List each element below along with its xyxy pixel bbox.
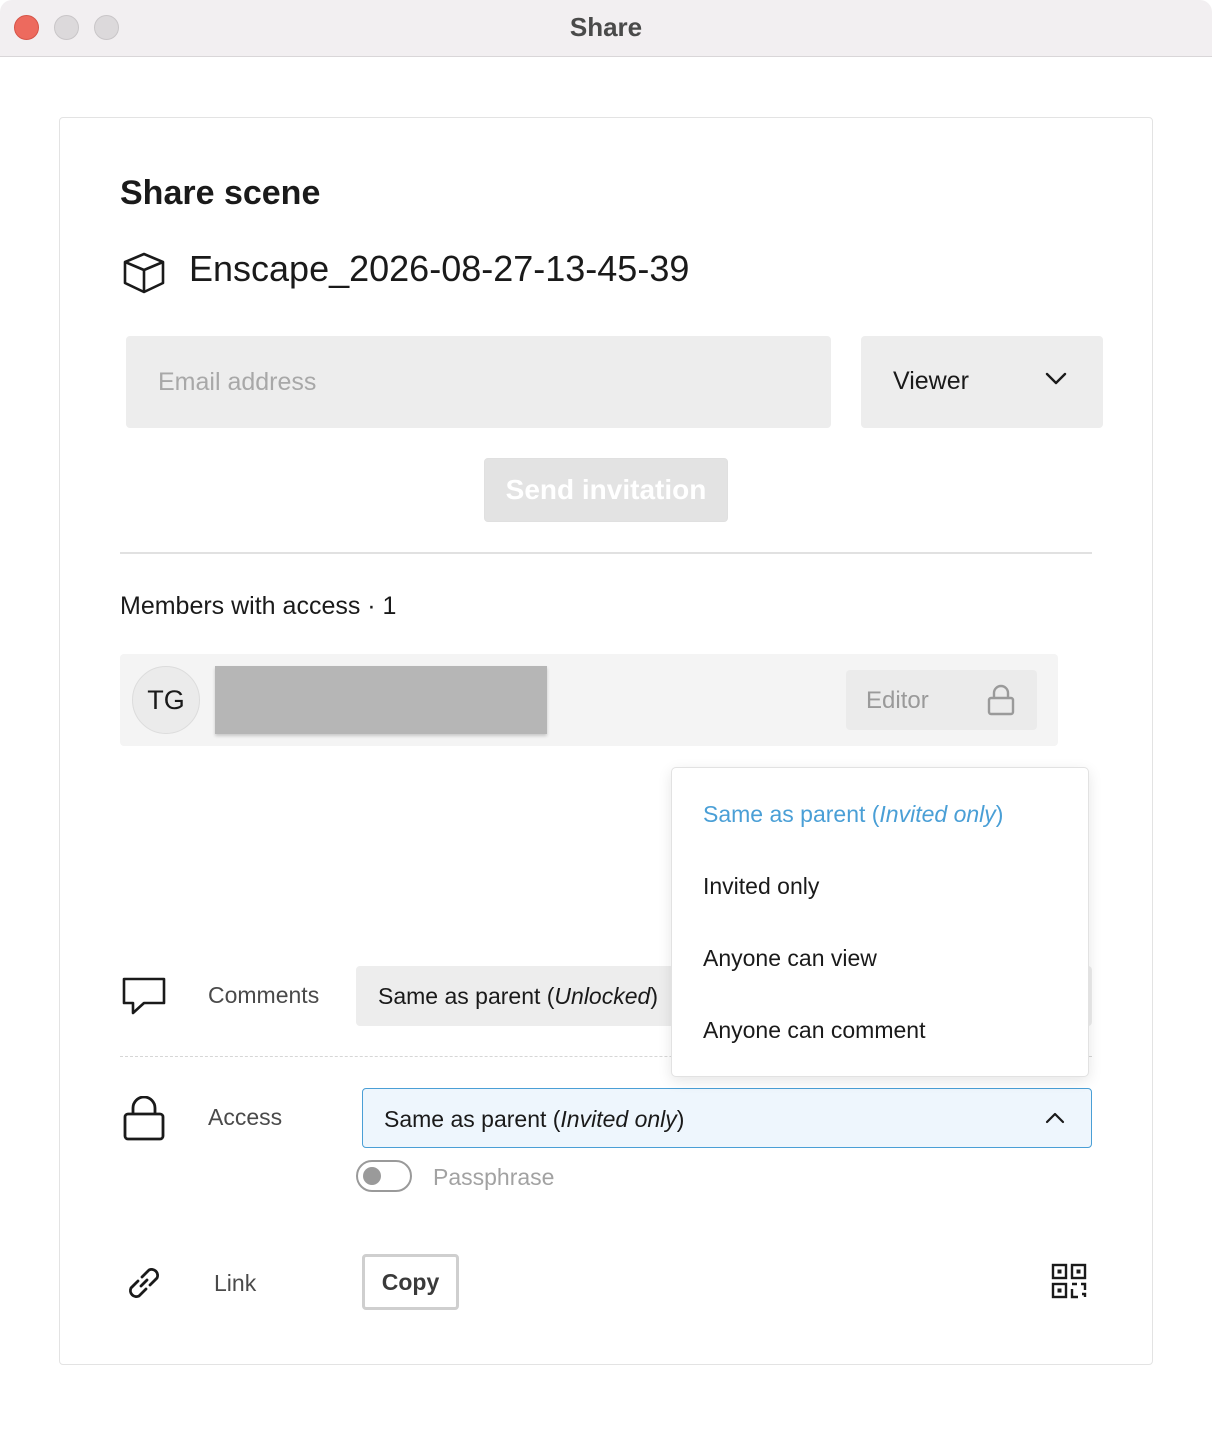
access-dropdown[interactable]: Same as parent (Invited only) bbox=[362, 1088, 1092, 1148]
send-invitation-button[interactable]: Send invitation bbox=[484, 458, 728, 522]
lock-icon bbox=[123, 1096, 165, 1141]
chat-bubble-icon bbox=[122, 977, 166, 1015]
redacted-member-name bbox=[215, 666, 547, 734]
chevron-up-icon bbox=[1045, 1112, 1065, 1124]
window-title: Share bbox=[569, 12, 643, 42]
section-divider bbox=[120, 552, 1092, 554]
access-options-menu: Same as parent (Invited only) Invited on… bbox=[671, 767, 1089, 1077]
member-role-label: Editor bbox=[866, 687, 929, 714]
copy-link-button[interactable]: Copy bbox=[362, 1254, 459, 1310]
toggle-knob bbox=[363, 1167, 381, 1185]
link-icon bbox=[129, 1268, 159, 1298]
dialog-heading: Share scene bbox=[120, 174, 321, 212]
title-bar: Share bbox=[0, 0, 1212, 57]
invite-role-value: Viewer bbox=[893, 367, 969, 395]
chevron-down-icon bbox=[1045, 372, 1067, 385]
access-option-anyone-can-comment[interactable]: Anyone can comment bbox=[703, 1017, 925, 1044]
comments-value: Same as parent (Unlocked) bbox=[378, 983, 658, 1009]
members-title: Members with access · 1 bbox=[120, 592, 397, 620]
member-row: TG Editor bbox=[120, 654, 1058, 746]
email-input[interactable] bbox=[126, 336, 831, 428]
passphrase-label: Passphrase bbox=[433, 1164, 555, 1190]
avatar: TG bbox=[132, 666, 200, 734]
access-option-same-as-parent[interactable]: Same as parent (Invited only) bbox=[703, 801, 1003, 828]
passphrase-toggle[interactable] bbox=[356, 1160, 412, 1192]
invite-role-dropdown[interactable]: Viewer bbox=[861, 336, 1103, 428]
access-option-anyone-can-view[interactable]: Anyone can view bbox=[703, 945, 877, 972]
link-label: Link bbox=[214, 1270, 257, 1296]
access-value: Same as parent (Invited only) bbox=[384, 1106, 685, 1132]
access-label: Access bbox=[208, 1104, 283, 1130]
lock-icon bbox=[987, 684, 1015, 716]
access-option-invited-only[interactable]: Invited only bbox=[703, 873, 819, 900]
scene-name: Enscape_2026-08-27-13-45-39 bbox=[189, 248, 690, 289]
comments-label: Comments bbox=[208, 982, 320, 1008]
member-role-badge: Editor bbox=[846, 670, 1037, 730]
cube-icon bbox=[123, 252, 165, 294]
qr-code-icon[interactable] bbox=[1051, 1263, 1087, 1299]
